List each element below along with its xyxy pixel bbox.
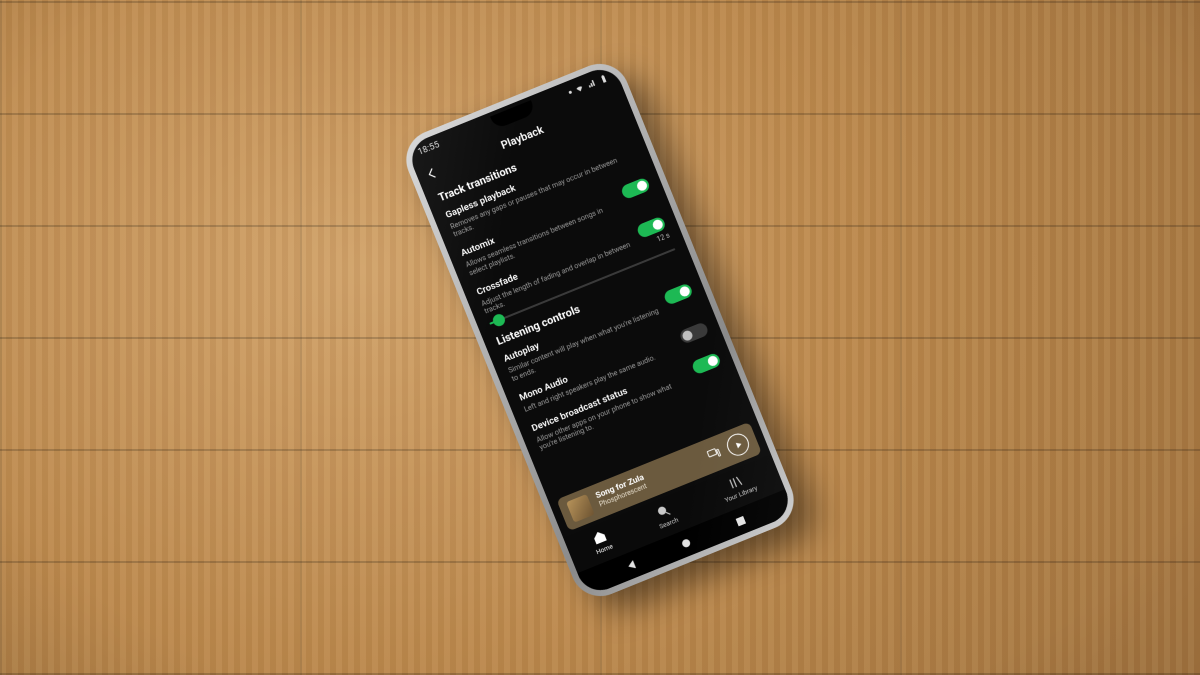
- nav-home[interactable]: Home: [589, 527, 614, 556]
- status-dot-icon: [568, 90, 572, 94]
- signal-icon: [586, 77, 598, 89]
- play-button[interactable]: [724, 430, 753, 459]
- circle-home-icon: [678, 535, 694, 551]
- battery-icon: [598, 73, 610, 85]
- triangle-back-icon: [623, 557, 639, 573]
- play-icon: [733, 439, 745, 451]
- toggle-automix[interactable]: [620, 177, 651, 200]
- toggle-broadcast[interactable]: [691, 352, 722, 375]
- nav-search[interactable]: Search: [652, 501, 680, 531]
- slider-thumb[interactable]: [491, 313, 507, 329]
- devices-icon: [704, 444, 722, 462]
- album-art: [566, 494, 595, 523]
- wifi-icon: [574, 82, 586, 94]
- nav-library[interactable]: Your Library: [718, 469, 759, 504]
- sys-recent-button[interactable]: [732, 510, 750, 532]
- back-button[interactable]: [421, 159, 444, 188]
- square-recent-icon: [733, 513, 749, 529]
- toggle-autoplay[interactable]: [663, 283, 694, 306]
- sys-back-button[interactable]: [622, 554, 640, 576]
- devices-button[interactable]: [704, 443, 724, 466]
- sys-home-button[interactable]: [677, 532, 695, 554]
- status-time: 18:55: [417, 140, 442, 158]
- chevron-left-icon: [423, 164, 441, 182]
- toggle-mono-audio[interactable]: [678, 321, 709, 344]
